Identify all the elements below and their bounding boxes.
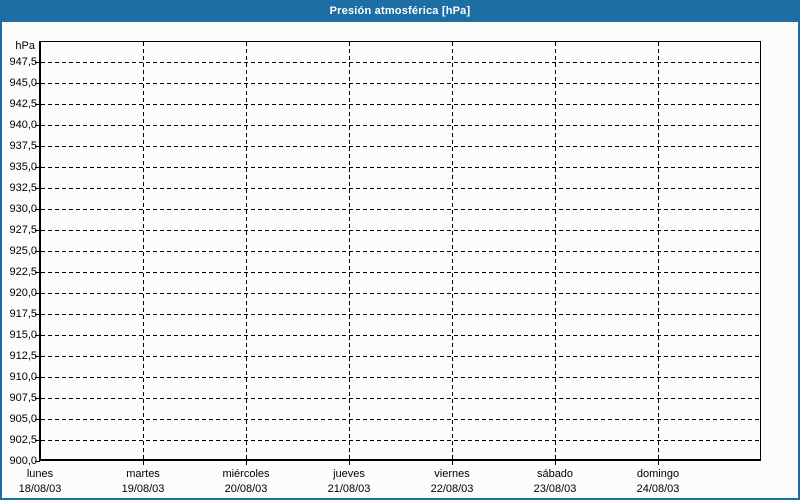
y-tick-label: 920,0 bbox=[9, 287, 37, 299]
y-tick-label: 932,5 bbox=[9, 182, 37, 194]
vertical-gridline bbox=[555, 42, 556, 459]
horizontal-gridline bbox=[41, 146, 761, 147]
horizontal-gridline bbox=[41, 104, 761, 105]
vertical-gridline bbox=[143, 42, 144, 459]
y-tick-label: 925,0 bbox=[9, 245, 37, 257]
chart-title-bar: Presión atmosférica [hPa] bbox=[0, 0, 800, 22]
y-tick-label: 915,0 bbox=[9, 329, 37, 341]
y-tick-label: 900,0 bbox=[9, 455, 37, 467]
pressure-chart-window: Presión atmosférica [hPa] hPa 947,5 945,0… bbox=[0, 0, 800, 500]
y-tick-label: 935,0 bbox=[9, 161, 37, 173]
y-tick-label: 917,5 bbox=[9, 308, 37, 320]
chart-title: Presión atmosférica [hPa] bbox=[329, 5, 471, 17]
y-axis-unit-label: hPa bbox=[15, 40, 35, 52]
x-axis-tick bbox=[246, 461, 247, 465]
x-axis-tick bbox=[555, 461, 556, 465]
day-date-label: 19/08/03 bbox=[121, 483, 165, 495]
day-name-label: sábado bbox=[536, 468, 574, 480]
horizontal-gridline bbox=[41, 419, 761, 420]
x-axis-tick bbox=[452, 461, 453, 465]
day-date-label: 22/08/03 bbox=[430, 483, 474, 495]
y-tick-label: 927,5 bbox=[9, 224, 37, 236]
y-tick-label: 947,5 bbox=[9, 56, 37, 68]
x-axis-tick bbox=[349, 461, 350, 465]
day-date-label: 23/08/03 bbox=[533, 483, 577, 495]
y-tick-label: 912,5 bbox=[9, 350, 37, 362]
day-name-label: jueves bbox=[333, 468, 365, 480]
vertical-gridline bbox=[658, 42, 659, 459]
horizontal-gridline bbox=[41, 293, 761, 294]
x-axis-tick bbox=[143, 461, 144, 465]
horizontal-gridline bbox=[41, 230, 761, 231]
y-tick-label: 945,0 bbox=[9, 77, 37, 89]
y-tick-label: 902,5 bbox=[9, 434, 37, 446]
day-date-label: 20/08/03 bbox=[224, 483, 268, 495]
y-tick-label: 905,0 bbox=[9, 413, 37, 425]
y-tick-label: 940,0 bbox=[9, 119, 37, 131]
day-name-label: miércoles bbox=[222, 468, 270, 480]
horizontal-gridline bbox=[41, 188, 761, 189]
y-tick-label: 942,5 bbox=[9, 98, 37, 110]
horizontal-gridline bbox=[41, 251, 761, 252]
horizontal-gridline bbox=[41, 125, 761, 126]
y-tick-label: 930,0 bbox=[9, 203, 37, 215]
vertical-gridline bbox=[452, 42, 453, 459]
horizontal-gridline bbox=[41, 335, 761, 336]
horizontal-gridline bbox=[41, 440, 761, 441]
day-name-label: viernes bbox=[434, 468, 470, 480]
horizontal-gridline bbox=[41, 167, 761, 168]
horizontal-gridline bbox=[41, 83, 761, 84]
horizontal-gridline bbox=[41, 314, 761, 315]
day-name-label: martes bbox=[126, 468, 160, 480]
day-date-label: 24/08/03 bbox=[636, 483, 680, 495]
x-axis-tick bbox=[658, 461, 659, 465]
y-tick-label: 922,5 bbox=[9, 266, 37, 278]
y-tick-label: 910,0 bbox=[9, 371, 37, 383]
horizontal-gridline bbox=[41, 209, 761, 210]
horizontal-gridline bbox=[41, 377, 761, 378]
day-name-label: domingo bbox=[636, 468, 680, 480]
day-name-label: lunes bbox=[26, 468, 54, 480]
y-tick-label: 907,5 bbox=[9, 392, 37, 404]
horizontal-gridline bbox=[41, 62, 761, 63]
horizontal-gridline bbox=[41, 272, 761, 273]
vertical-gridline bbox=[349, 42, 350, 459]
horizontal-gridline bbox=[41, 356, 761, 357]
day-date-label: 18/08/03 bbox=[18, 483, 62, 495]
y-tick-label: 937,5 bbox=[9, 140, 37, 152]
day-date-label: 21/08/03 bbox=[327, 483, 371, 495]
vertical-gridline bbox=[246, 42, 247, 459]
horizontal-gridline bbox=[41, 398, 761, 399]
